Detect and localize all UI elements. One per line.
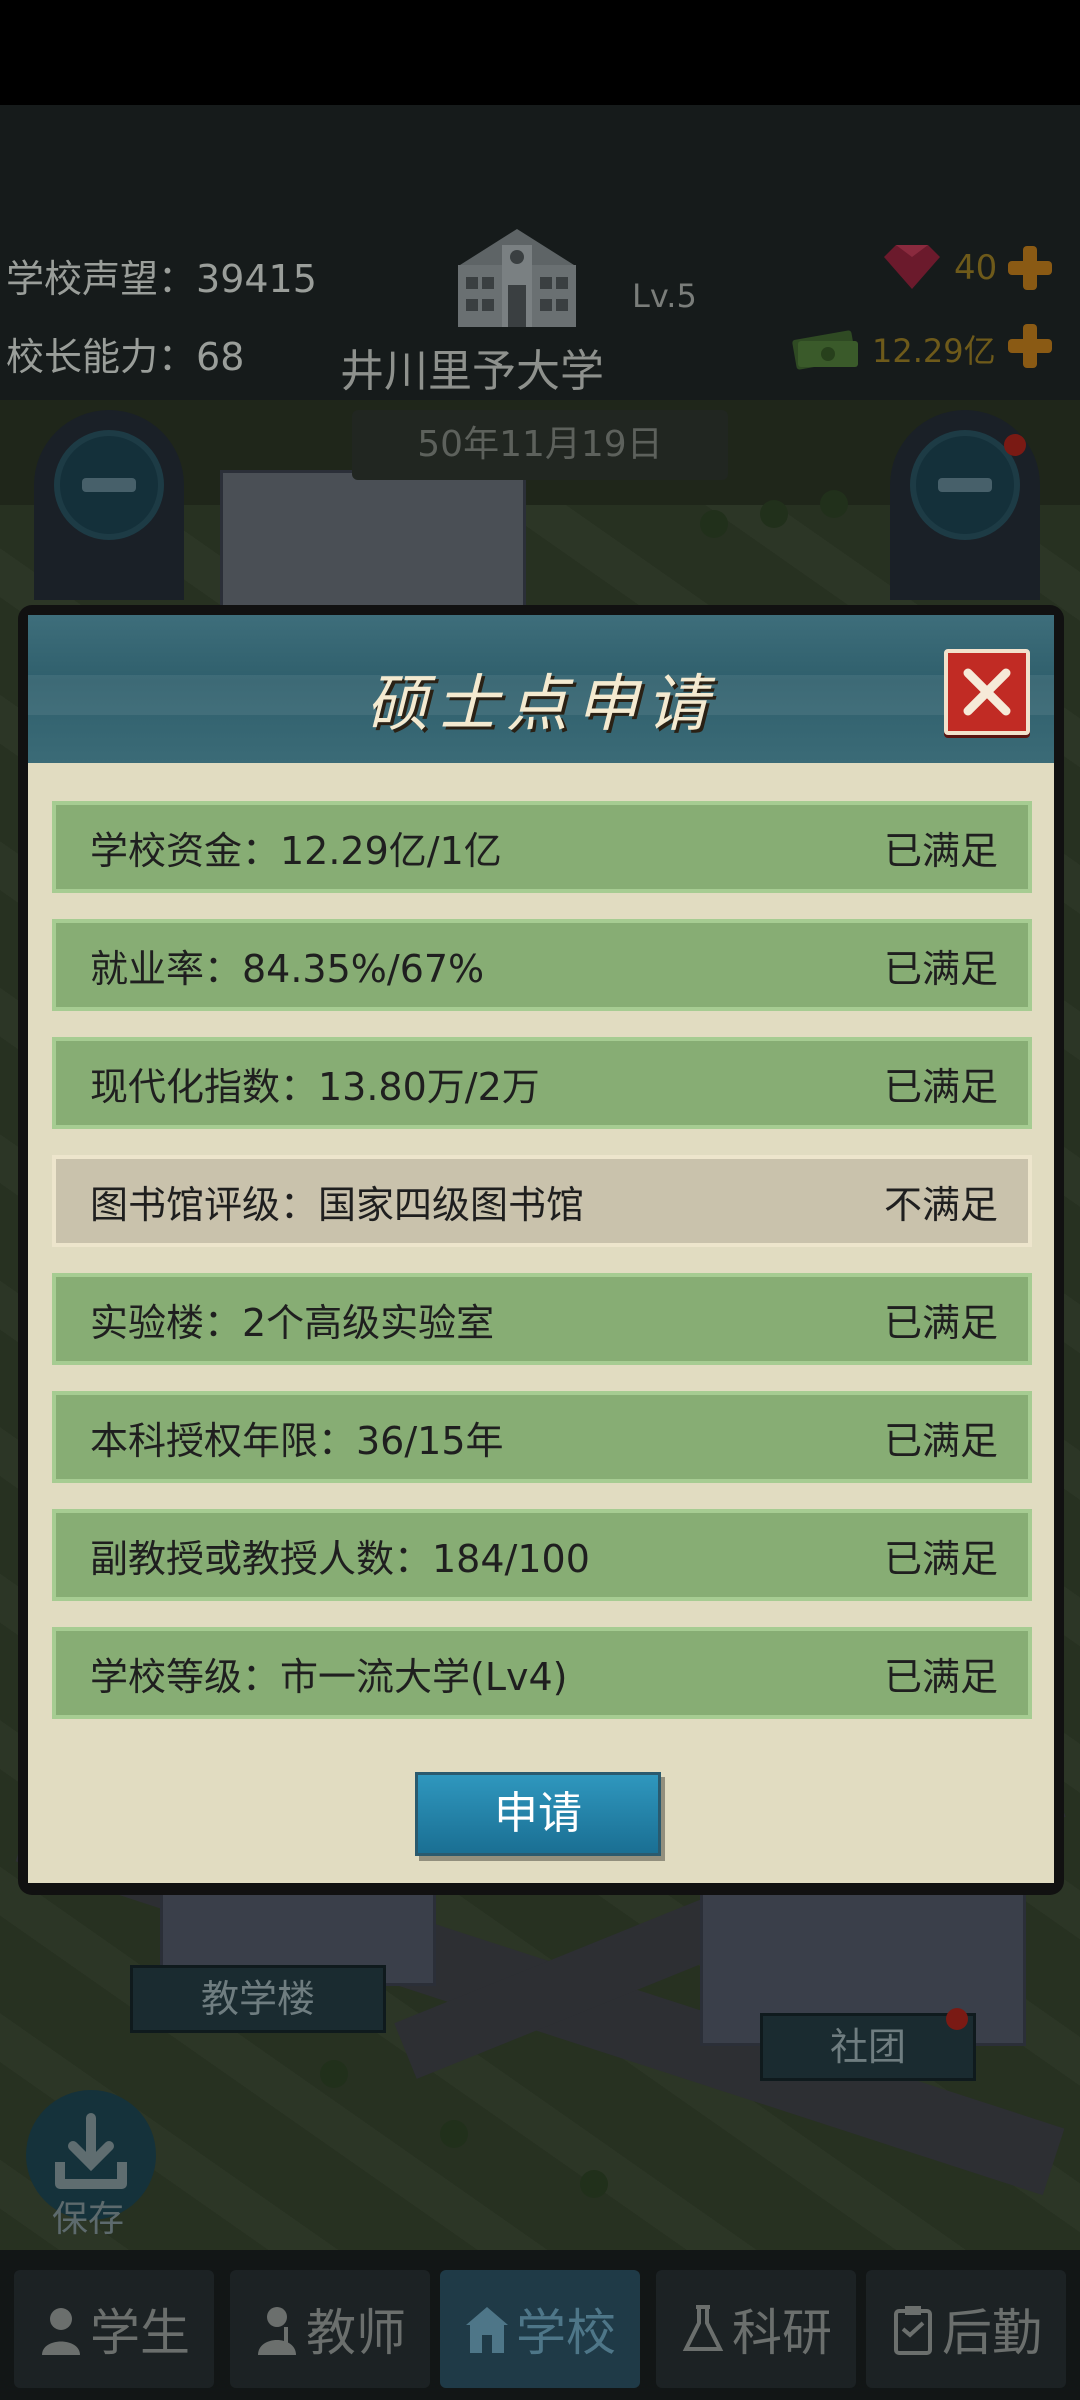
requirement-text: 副教授或教授人数：184/100 xyxy=(90,1536,590,1581)
tree xyxy=(700,510,728,538)
dialog-header: 硕士点申请 xyxy=(28,615,1054,763)
requirement-row: 就业率：84.35%/67% 已满足 xyxy=(52,919,1032,1011)
reputation-value: 39415 xyxy=(196,257,317,301)
requirement-row: 本科授权年限：36/15年 已满足 xyxy=(52,1391,1032,1483)
dialog-title: 硕士点申请 xyxy=(365,667,716,740)
zoom-out-button[interactable] xyxy=(54,430,164,540)
nav-label: 学生 xyxy=(90,2304,190,2362)
school-building-icon xyxy=(458,229,576,327)
requirements-list: 学校资金：12.29亿/1亿 已满足 就业率：84.35%/67% 已满足 现代… xyxy=(52,801,1032,1745)
map-label-club[interactable]: 社团 xyxy=(760,2013,976,2081)
bottom-nav: 学生 教师 学校 科研 后勤 xyxy=(0,2250,1080,2400)
reputation-label: 学校声望： xyxy=(6,257,197,301)
nav-label: 教师 xyxy=(306,2304,406,2362)
nav-label: 后勤 xyxy=(942,2304,1042,2362)
money-icon xyxy=(792,330,858,370)
masters-application-dialog: 硕士点申请 学校资金：12.29亿/1亿 已满足 就业率：84.35%/67% … xyxy=(18,605,1064,1895)
tree xyxy=(320,2060,348,2088)
dialog-body: 硕士点申请 学校资金：12.29亿/1亿 已满足 就业率：84.35%/67% … xyxy=(28,615,1054,1883)
tree xyxy=(820,490,848,518)
add-money-button[interactable] xyxy=(1006,322,1054,370)
clipboard-icon xyxy=(894,2306,932,2355)
requirement-text: 学校等级：市一流大学(Lv4) xyxy=(90,1654,568,1699)
requirement-status: 不满足 xyxy=(883,1182,998,1227)
nav-tab-teachers[interactable]: 教师 xyxy=(230,2270,430,2388)
nav-label: 科研 xyxy=(732,2304,832,2362)
requirement-status: 已满足 xyxy=(883,1418,998,1463)
requirement-row: 实验楼：2个高级实验室 已满足 xyxy=(52,1273,1032,1365)
nav-tab-school[interactable]: 学校 xyxy=(440,2270,640,2388)
requirement-status: 已满足 xyxy=(883,1654,998,1699)
requirement-row: 学校资金：12.29亿/1亿 已满足 xyxy=(52,801,1032,893)
notification-dot xyxy=(1004,434,1026,456)
requirement-status: 已满足 xyxy=(883,1300,998,1345)
building xyxy=(220,470,526,626)
nav-tab-students[interactable]: 学生 xyxy=(14,2270,214,2388)
requirement-text: 本科授权年限：36/15年 xyxy=(90,1418,504,1463)
requirement-text: 图书馆评级：国家四级图书馆 xyxy=(90,1182,585,1227)
money-amount: 12.29亿 xyxy=(872,332,996,370)
requirement-text: 学校资金：12.29亿/1亿 xyxy=(90,828,502,873)
requirement-text: 现代化指数：13.80万/2万 xyxy=(90,1064,540,1109)
status-bar xyxy=(0,0,1080,105)
close-icon xyxy=(963,668,1011,716)
requirement-status: 已满足 xyxy=(883,946,998,991)
requirement-text: 就业率：84.35%/67% xyxy=(90,946,485,991)
close-button[interactable] xyxy=(944,649,1030,735)
principal-label: 校长能力： xyxy=(6,335,197,379)
school-level: Lv.5 xyxy=(632,277,697,315)
requirement-row: 副教授或教授人数：184/100 已满足 xyxy=(52,1509,1032,1601)
notification-dot xyxy=(946,2008,968,2030)
requirement-status: 已满足 xyxy=(883,828,998,873)
add-gems-button[interactable] xyxy=(1006,244,1054,292)
tree xyxy=(580,2170,608,2198)
student-icon xyxy=(42,2308,80,2355)
apply-button[interactable]: 申请 xyxy=(415,1772,661,1856)
requirement-text: 实验楼：2个高级实验室 xyxy=(90,1300,495,1345)
requirement-status: 已满足 xyxy=(883,1536,998,1581)
principal-stat: 校长能力：68 xyxy=(6,326,244,381)
requirement-status: 已满足 xyxy=(883,1064,998,1109)
gem-icon xyxy=(884,245,940,289)
requirement-row: 学校等级：市一流大学(Lv4) 已满足 xyxy=(52,1627,1032,1719)
school-icon xyxy=(466,2307,508,2353)
requirement-row: 现代化指数：13.80万/2万 已满足 xyxy=(52,1037,1032,1129)
map-label-teaching-building[interactable]: 教学楼 xyxy=(130,1965,386,2033)
requirement-row-unmet: 图书馆评级：国家四级图书馆 不满足 xyxy=(52,1155,1032,1247)
nav-tab-logistics[interactable]: 后勤 xyxy=(866,2270,1066,2388)
tree xyxy=(440,2120,468,2148)
nav-tab-research[interactable]: 科研 xyxy=(656,2270,856,2388)
reputation-stat: 学校声望：39415 xyxy=(6,248,317,303)
gem-count: 40 xyxy=(954,248,998,288)
principal-value: 68 xyxy=(196,335,245,379)
teacher-icon xyxy=(258,2307,296,2355)
game-date: 50年11月19日 xyxy=(352,410,728,480)
nav-label: 学校 xyxy=(516,2304,616,2362)
save-label: 保存 xyxy=(52,2199,125,2240)
tree xyxy=(760,500,788,528)
school-name: 井川里予大学 xyxy=(340,346,604,397)
flask-icon xyxy=(682,2305,724,2351)
